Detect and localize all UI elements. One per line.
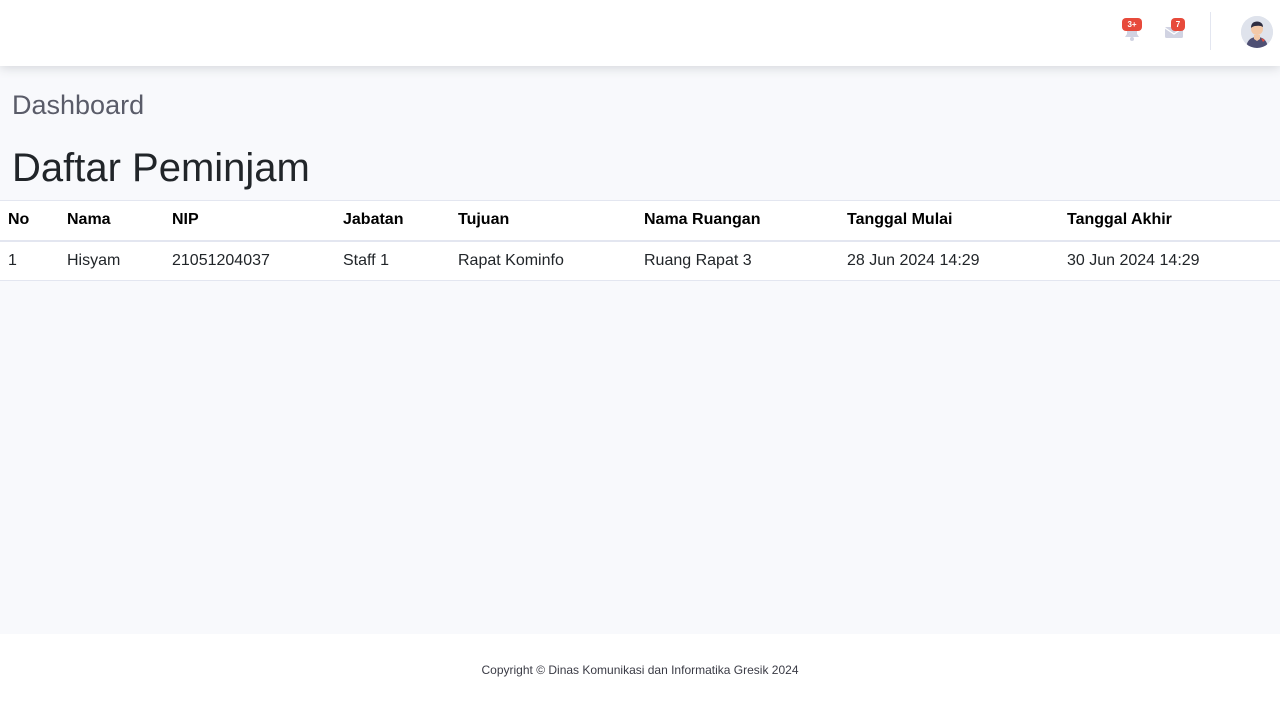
- cell-jabatan: Staff 1: [335, 240, 450, 281]
- topbar-divider: [1210, 12, 1211, 50]
- column-header-tanggal-mulai[interactable]: Tanggal Mulai: [839, 200, 1059, 242]
- user-avatar[interactable]: [1241, 16, 1273, 48]
- column-header-jabatan[interactable]: Jabatan: [335, 200, 450, 242]
- alerts-dropdown[interactable]: 3+: [1120, 18, 1144, 44]
- copyright-text: Copyright © Dinas Komunikasi dan Informa…: [481, 663, 799, 677]
- alerts-counter-badge: 3+: [1122, 18, 1142, 31]
- column-header-nama[interactable]: Nama: [59, 200, 164, 242]
- borrowers-table: No Nama NIP Jabatan Tujuan Nama Ruangan …: [0, 200, 1280, 281]
- column-header-nama-ruangan[interactable]: Nama Ruangan: [636, 200, 839, 242]
- topbar: 3+ 7: [0, 0, 1280, 66]
- footer: Copyright © Dinas Komunikasi dan Informa…: [0, 634, 1280, 703]
- cell-no: 1: [0, 240, 59, 281]
- table-row: 1 Hisyam 21051204037 Staff 1 Rapat Komin…: [0, 240, 1280, 281]
- cell-tujuan: Rapat Kominfo: [450, 240, 636, 281]
- table-header-row: No Nama NIP Jabatan Tujuan Nama Ruangan …: [0, 200, 1280, 242]
- user-avatar-icon: [1241, 16, 1273, 48]
- messages-counter-badge: 7: [1171, 18, 1185, 31]
- page-title: Daftar Peminjam: [12, 146, 310, 190]
- breadcrumb: Dashboard: [12, 90, 145, 120]
- column-header-tujuan[interactable]: Tujuan: [450, 200, 636, 242]
- cell-tanggal-mulai: 28 Jun 2024 14:29: [839, 240, 1059, 281]
- cell-nama-ruangan: Ruang Rapat 3: [636, 240, 839, 281]
- cell-tanggal-akhir: 30 Jun 2024 14:29: [1059, 240, 1280, 281]
- messages-dropdown[interactable]: 7: [1163, 18, 1187, 44]
- cell-nip: 21051204037: [164, 240, 335, 281]
- cell-nama: Hisyam: [59, 240, 164, 281]
- main-content: Dashboard Daftar Peminjam No Nama NIP Ja…: [0, 66, 1280, 634]
- column-header-tanggal-akhir[interactable]: Tanggal Akhir: [1059, 200, 1280, 242]
- column-header-nip[interactable]: NIP: [164, 200, 335, 242]
- borrowers-table-container: No Nama NIP Jabatan Tujuan Nama Ruangan …: [0, 200, 1280, 281]
- column-header-no[interactable]: No: [0, 200, 59, 242]
